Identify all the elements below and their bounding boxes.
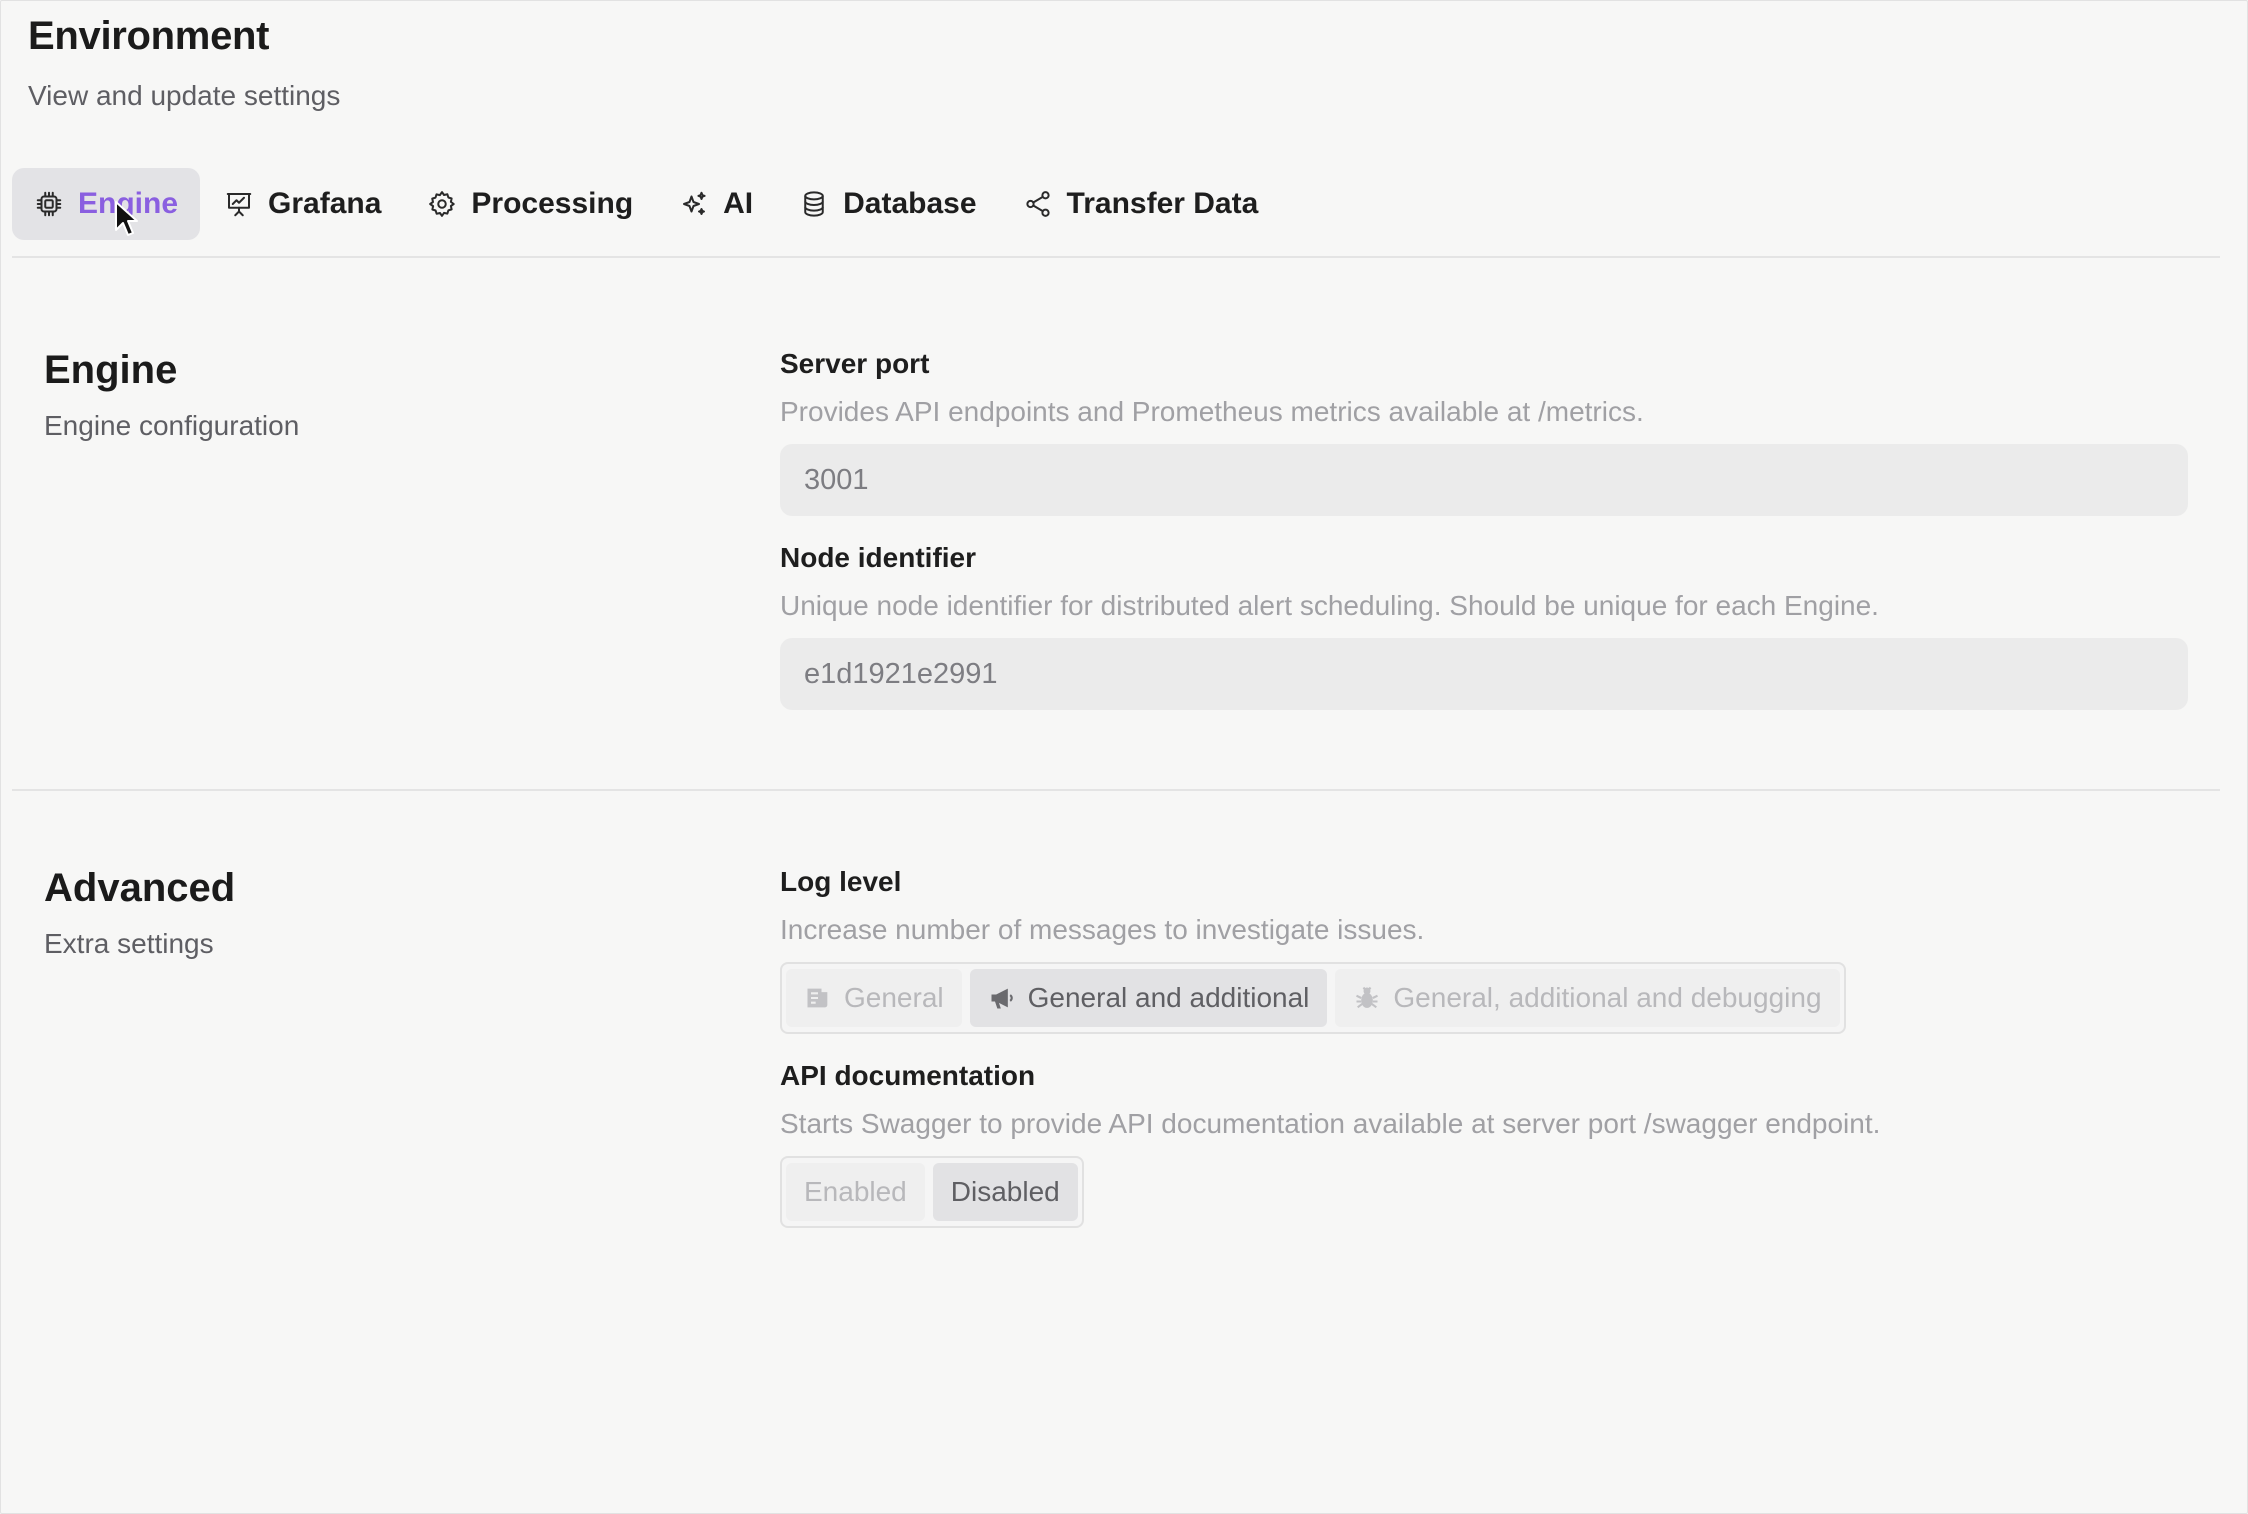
tab-label: Grafana — [268, 187, 382, 220]
sparkles-icon — [679, 189, 709, 219]
log-level-help: Increase number of messages to investiga… — [780, 914, 1425, 945]
tab-label: Database — [843, 187, 977, 220]
log-level-selector: General General and additional General, … — [780, 962, 1846, 1034]
share-icon — [1023, 189, 1053, 219]
tab-engine[interactable]: Engine — [12, 168, 201, 240]
page-title: Environment — [28, 14, 270, 58]
api-documentation-toggle: Enabled Disabled — [780, 1156, 1084, 1228]
bug-icon — [1353, 984, 1381, 1012]
tab-grafana[interactable]: Grafana — [202, 168, 403, 240]
api-docs-option-enabled[interactable]: Enabled — [786, 1163, 925, 1221]
section-description-engine: Engine configuration — [44, 410, 300, 441]
section-divider — [12, 789, 2220, 791]
api-documentation-help: Starts Swagger to provide API documentat… — [780, 1108, 1881, 1139]
tab-label: Transfer Data — [1066, 187, 1259, 220]
page-subtitle: View and update settings — [28, 80, 341, 111]
log-level-label: Log level — [780, 866, 902, 897]
tab-bar: Engine Grafana Processing AI Database Tr… — [12, 168, 1282, 240]
tabs-divider — [12, 256, 2220, 258]
option-label: General, additional and debugging — [1393, 982, 1822, 1013]
section-description-advanced: Extra settings — [44, 928, 214, 959]
tab-ai[interactable]: AI — [657, 168, 775, 240]
tab-database[interactable]: Database — [777, 168, 998, 240]
document-icon — [804, 984, 832, 1012]
section-title-engine: Engine — [44, 348, 178, 392]
node-identifier-label: Node identifier — [780, 542, 977, 573]
tab-label: AI — [723, 187, 754, 220]
cpu-icon — [34, 189, 64, 219]
option-label: General and additional — [1027, 982, 1310, 1013]
server-port-input[interactable]: 3001 — [780, 444, 2188, 516]
megaphone-icon — [988, 984, 1016, 1012]
node-identifier-help: Unique node identifier for distributed a… — [780, 590, 1879, 621]
log-level-option-general[interactable]: General — [786, 969, 962, 1027]
tab-label: Processing — [471, 187, 634, 220]
api-docs-option-disabled[interactable]: Disabled — [932, 1163, 1078, 1221]
option-label: General — [844, 982, 944, 1013]
gear-icon — [427, 189, 457, 219]
section-title-advanced: Advanced — [44, 866, 236, 910]
server-port-label: Server port — [780, 348, 930, 379]
tab-transfer-data[interactable]: Transfer Data — [1001, 168, 1281, 240]
log-level-option-general-and-additional[interactable]: General and additional — [969, 969, 1328, 1027]
server-port-help: Provides API endpoints and Prometheus me… — [780, 396, 1644, 427]
mouse-cursor-icon — [115, 201, 138, 236]
presentation-chart-icon — [224, 189, 254, 219]
node-identifier-input[interactable]: e1d1921e2991 — [780, 638, 2188, 710]
database-icon — [799, 189, 829, 219]
log-level-option-debugging[interactable]: General, additional and debugging — [1335, 969, 1840, 1027]
api-documentation-label: API documentation — [780, 1060, 1036, 1091]
tab-processing[interactable]: Processing — [405, 168, 655, 240]
